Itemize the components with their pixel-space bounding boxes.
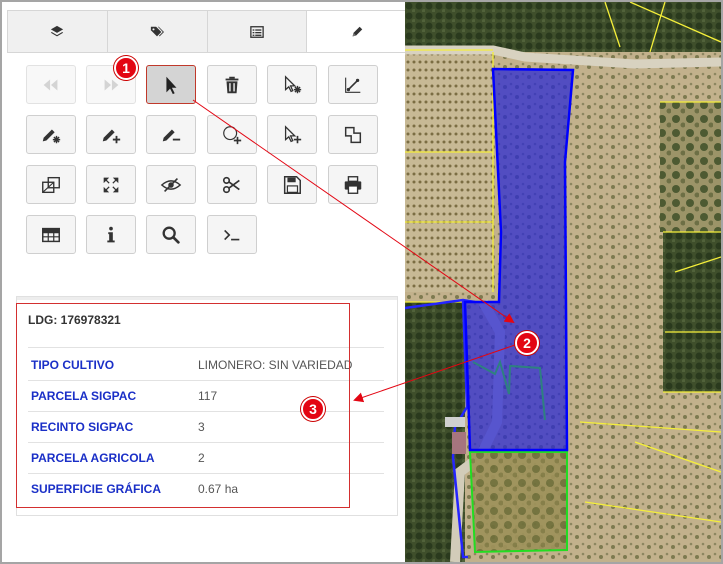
hide-eye-icon xyxy=(160,177,182,192)
tab-edit[interactable] xyxy=(307,11,406,52)
edit-pencil-star-icon xyxy=(42,129,61,143)
print-icon xyxy=(344,175,362,194)
save-button[interactable] xyxy=(267,165,317,204)
terminal-icon xyxy=(224,229,240,240)
info-icon xyxy=(107,226,115,242)
list-icon xyxy=(250,25,264,38)
select-pointer-icon xyxy=(166,76,177,94)
expand-arrows-icon xyxy=(103,177,119,192)
delete-button[interactable] xyxy=(207,65,257,104)
edit-vertices-button[interactable] xyxy=(26,115,76,154)
select-cursor-plus-icon xyxy=(284,124,302,143)
trash-icon xyxy=(225,76,239,93)
select-all-button[interactable] xyxy=(267,65,317,104)
hide-button[interactable] xyxy=(146,165,196,204)
panel-tabs xyxy=(7,10,407,53)
split-shape-button[interactable] xyxy=(26,165,76,204)
console-button[interactable] xyxy=(207,215,257,254)
add-circle-button[interactable] xyxy=(207,115,257,154)
polygon-shape-icon xyxy=(344,126,362,143)
tab-list[interactable] xyxy=(208,11,308,52)
polygon-shape-button[interactable] xyxy=(328,115,378,154)
table-button[interactable] xyxy=(26,215,76,254)
save-icon xyxy=(283,175,301,194)
layers-icon xyxy=(51,25,64,36)
edit-pencil-minus-icon xyxy=(162,129,181,141)
search-icon xyxy=(162,226,180,244)
remove-vertex-button[interactable] xyxy=(146,115,196,154)
first-feature-button[interactable] xyxy=(26,65,76,104)
add-selection-button[interactable] xyxy=(267,115,317,154)
add-circle-icon xyxy=(223,125,242,144)
callout-2: 2 xyxy=(515,331,539,355)
fast-backward-icon xyxy=(43,79,58,90)
search-button[interactable] xyxy=(146,215,196,254)
expand-button[interactable] xyxy=(86,165,136,204)
add-vertex-button[interactable] xyxy=(86,115,136,154)
scissors-icon xyxy=(222,176,240,193)
pencil-icon xyxy=(352,26,362,36)
edit-pencil-plus-icon xyxy=(102,129,121,143)
split-shape-icon xyxy=(42,176,60,193)
info-button[interactable] xyxy=(86,215,136,254)
tab-layers[interactable] xyxy=(8,11,108,52)
callout-1: 1 xyxy=(114,56,138,80)
cut-button[interactable] xyxy=(207,165,257,204)
select-feature-button[interactable] xyxy=(146,65,196,104)
map-canvas xyxy=(405,2,721,562)
table-icon xyxy=(42,227,60,242)
satellite-map[interactable] xyxy=(405,2,721,562)
tags-icon xyxy=(151,26,165,36)
callout-3: 3 xyxy=(301,397,325,421)
card-top-border xyxy=(17,297,397,300)
draw-line-icon xyxy=(345,77,361,93)
select-cursor-star-icon xyxy=(284,74,302,93)
print-button[interactable] xyxy=(328,165,378,204)
tab-tags[interactable] xyxy=(108,11,208,52)
draw-line-button[interactable] xyxy=(328,65,378,104)
info-highlight-box xyxy=(16,303,350,508)
